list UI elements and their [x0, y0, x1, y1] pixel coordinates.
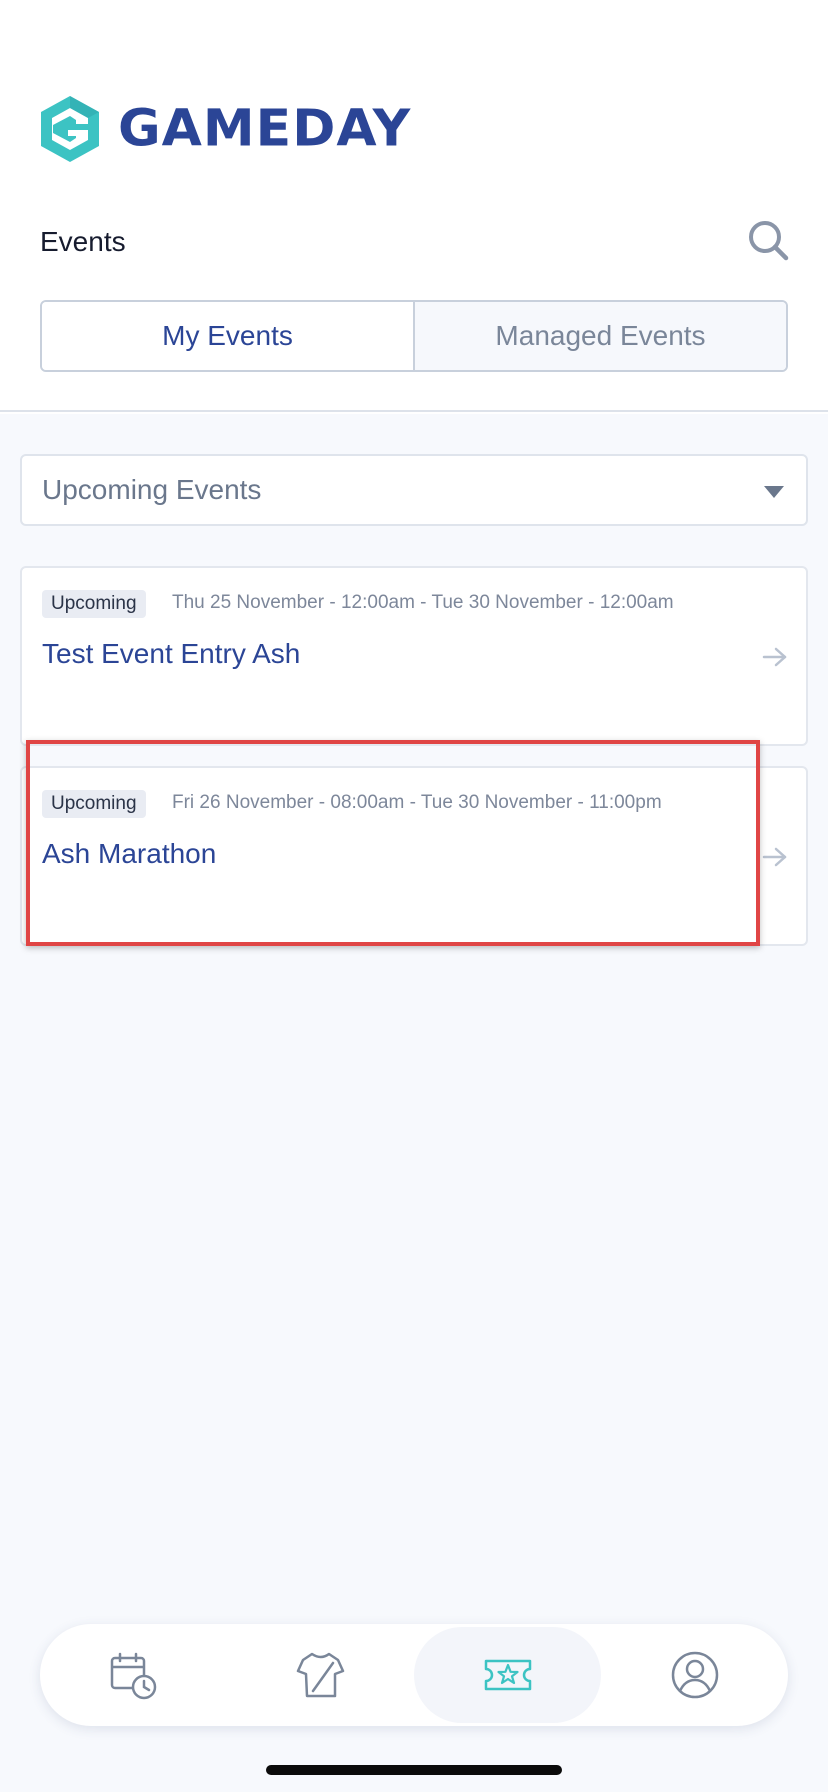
events-segmented-control: My Events Managed Events [40, 300, 788, 372]
event-dates: Thu 25 November - 12:00am - Tue 30 Novem… [172, 592, 674, 613]
events-screen: GAMEDAY Events My Events Managed Events … [0, 0, 828, 1792]
status-badge: Upcoming [42, 790, 146, 818]
tab-events[interactable] [414, 1627, 601, 1723]
bottom-tab-bar [40, 1624, 788, 1726]
event-card[interactable]: Upcoming Fri 26 November - 08:00am - Tue… [20, 766, 808, 946]
status-badge: Upcoming [42, 590, 146, 618]
user-circle-icon [671, 1651, 718, 1699]
ticket-star-icon [484, 1659, 531, 1691]
arrow-right-icon [762, 647, 787, 667]
tab-my-events[interactable]: My Events [42, 302, 413, 370]
header: GAMEDAY Events My Events Managed Events [0, 0, 828, 412]
gameday-wordmark: GAMEDAY [118, 99, 412, 159]
event-name: Test Event Entry Ash [42, 638, 301, 669]
tab-profile[interactable] [601, 1624, 788, 1726]
tab-managed-events[interactable]: Managed Events [413, 302, 786, 370]
search-button[interactable] [746, 218, 790, 262]
event-card[interactable]: Upcoming Thu 25 November - 12:00am - Tue… [20, 566, 808, 746]
page-title: Events [40, 226, 126, 257]
event-filter-value: Upcoming Events [42, 474, 262, 505]
calendar-clock-icon [110, 1652, 156, 1700]
arrow-right-icon [762, 847, 787, 867]
search-icon [749, 221, 789, 261]
gameday-logo-mark-icon [41, 96, 99, 162]
gameday-logo: GAMEDAY [38, 94, 411, 164]
tab-schedule[interactable] [40, 1624, 227, 1726]
event-filter-dropdown[interactable]: Upcoming Events [20, 454, 808, 526]
home-indicator [266, 1765, 562, 1775]
caret-down-icon [764, 486, 784, 498]
tab-teams[interactable] [227, 1624, 414, 1726]
jersey-edit-icon [296, 1652, 344, 1698]
event-dates: Fri 26 November - 08:00am - Tue 30 Novem… [172, 792, 662, 813]
events-content: Upcoming Events Upcoming Thu 25 November… [0, 414, 828, 1792]
event-name: Ash Marathon [42, 838, 217, 869]
